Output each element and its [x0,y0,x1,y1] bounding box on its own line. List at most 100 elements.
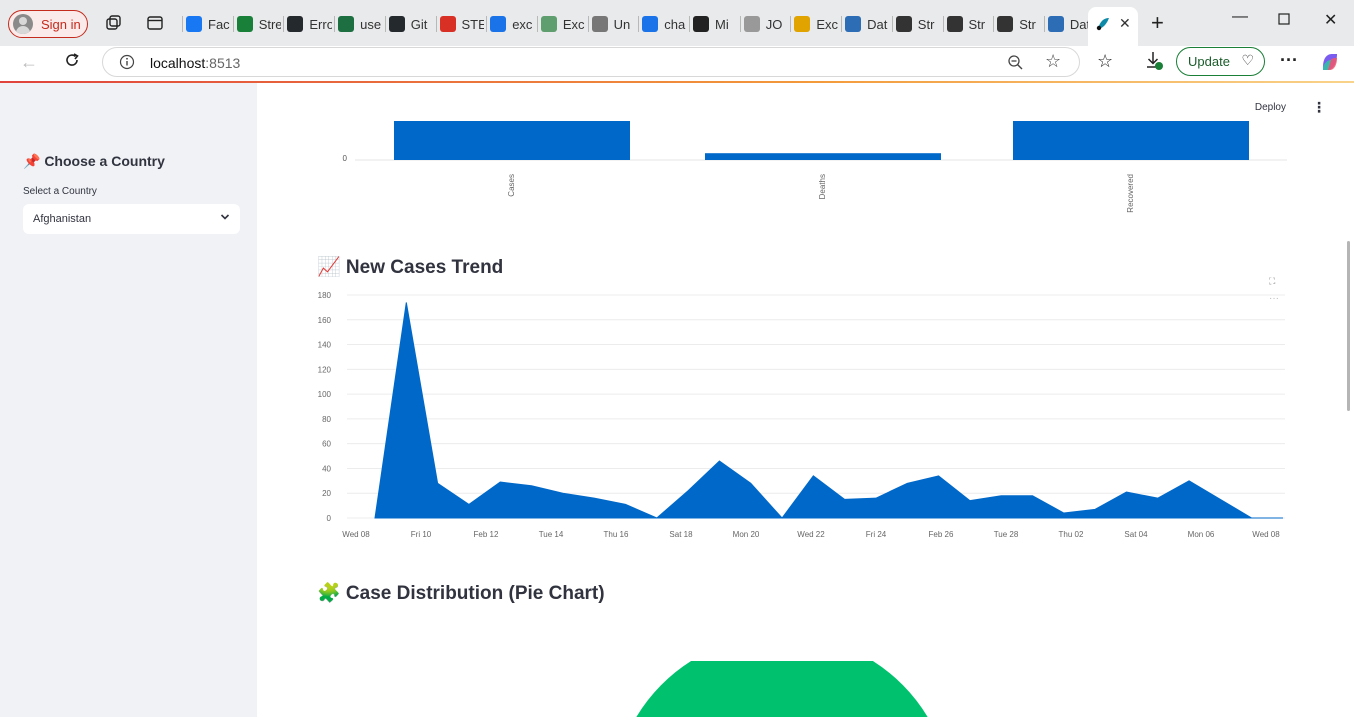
page-scrollbar[interactable] [1344,83,1354,717]
tab-favicon-icon [743,16,760,32]
refresh-icon[interactable] [62,50,82,75]
tab-label: Git [410,16,428,32]
browser-tab[interactable]: exc [490,12,535,36]
workspaces-icon[interactable] [104,14,122,32]
tab-separator [891,16,893,32]
main-menu-icon[interactable]: ⋮ [1312,99,1326,116]
browser-tab[interactable]: Dat [1047,12,1093,36]
bar-cases [394,121,630,160]
zoom-out-icon[interactable] [1007,54,1024,71]
y-tick-label: 100 [318,390,332,399]
sign-in-button[interactable]: Sign in [8,10,88,38]
update-button[interactable]: Update ♡ [1176,47,1265,76]
x-tick-label: Tue 28 [994,530,1019,539]
tab-separator [841,16,843,32]
heart-pulse-icon: ♡ [1241,52,1254,68]
browser-tab[interactable]: JO [743,12,789,36]
pie-slice [636,661,928,717]
new-cases-trend-title: 📈 New Cases Trend [317,257,504,278]
tab-label: Erro [309,16,333,32]
tab-active[interactable]: ✕ [1088,7,1138,46]
maximize-icon[interactable] [1278,12,1290,30]
browser-tab[interactable]: Stre [236,12,281,36]
pie-chart [636,661,928,717]
browser-tab[interactable]: Mi [693,12,738,36]
browser-tab[interactable]: Exc [794,12,839,36]
y-tick-label: 60 [322,440,331,449]
browser-tab[interactable]: Erro [287,12,332,36]
browser-tab[interactable]: Dat [845,12,890,36]
deploy-button[interactable]: Deploy [1255,102,1286,113]
tab-label: Mi [715,16,729,32]
y-tick-label: 20 [322,489,331,498]
streamlit-favicon-icon [1096,18,1109,31]
tab-label: Fac [208,16,230,32]
browser-tab[interactable]: Exc [540,12,586,36]
bar-x-label: Recovered [1126,174,1135,213]
tab-label: Str [1019,16,1036,32]
browser-tab[interactable]: use [338,12,383,36]
x-tick-label: Mon 06 [1188,530,1215,539]
browser-tab[interactable]: Str [946,12,992,36]
area-series [374,302,1283,519]
browser-tab[interactable]: Git [388,12,434,36]
scrollbar-thumb[interactable] [1347,241,1350,411]
more-options-icon[interactable]: ··· [1280,50,1298,71]
tab-label: exc [512,16,533,32]
tab-label: Un [613,16,631,32]
tab-separator [790,16,792,32]
site-info-icon[interactable] [119,54,135,70]
tab-favicon-icon [338,16,355,32]
browser-tab[interactable]: STE [439,12,484,36]
country-select-value: Afghanistan [33,213,92,225]
tab-separator [182,16,183,32]
x-tick-label: Fri 10 [411,530,432,539]
address-bar[interactable]: localhost:8513 ☆ [102,47,1080,77]
favorites-icon[interactable]: ☆ [1097,51,1113,72]
browser-toolbar: ← localhost:8513 ☆ ☆ Update ♡ ··· [0,46,1354,82]
favorite-star-icon[interactable]: ☆ [1045,51,1061,72]
close-window-icon[interactable]: ✕ [1324,10,1337,30]
x-tick-label: Tue 14 [539,530,564,539]
tab-separator [587,16,589,32]
tab-favicon-icon [895,16,912,32]
downloads-icon[interactable] [1145,50,1165,77]
tab-favicon-icon [287,16,304,32]
y-tick-label: 160 [318,316,332,325]
back-icon[interactable]: ← [20,52,38,73]
country-select-label: Select a Country [23,186,97,197]
x-tick-label: Feb 26 [929,530,954,539]
tab-separator [638,16,640,32]
x-tick-label: Feb 12 [474,530,499,539]
new-tab-icon[interactable]: + [1151,10,1164,36]
sign-in-label: Sign in [41,16,81,32]
tab-separator [435,16,437,32]
bar-x-label: Deaths [818,174,827,199]
profile-avatar-icon [13,14,33,34]
url-host: localhost [150,55,206,71]
tab-separator [232,16,234,32]
chevron-down-icon [220,211,230,225]
tab-actions-icon[interactable] [146,14,164,32]
tab-separator [942,16,944,32]
new-cases-area-chart: 0 20 40 60 80 100 120 140 160 180 Wed 08 Fri 10 Feb … [318,291,1285,539]
bar-recovered [1013,121,1249,160]
browser-tab[interactable]: Fac [186,12,231,36]
browser-tab[interactable]: Un [591,12,637,36]
x-tick-label: Sat 04 [1124,530,1148,539]
close-tab-icon[interactable]: ✕ [1119,15,1131,32]
minimize-icon[interactable]: — [1232,8,1248,26]
app-main: Deploy ⋮ 0 Cases Deaths Recovered 📈 New Ca… [257,83,1344,717]
bar-y-tick-0: 0 [343,154,348,163]
country-select[interactable]: Afghanistan [23,204,240,234]
tab-favicon-icon [794,16,811,32]
tab-label: Dat [867,16,888,32]
tab-label: Str [968,16,986,32]
tab-favicon-icon [490,16,507,32]
tab-separator [384,16,386,32]
browser-tab[interactable]: cha [642,12,687,36]
copilot-icon[interactable] [1318,50,1342,79]
tab-label: use [360,16,382,32]
browser-tab[interactable]: Str [997,12,1042,36]
browser-tab[interactable]: Str [895,12,941,36]
